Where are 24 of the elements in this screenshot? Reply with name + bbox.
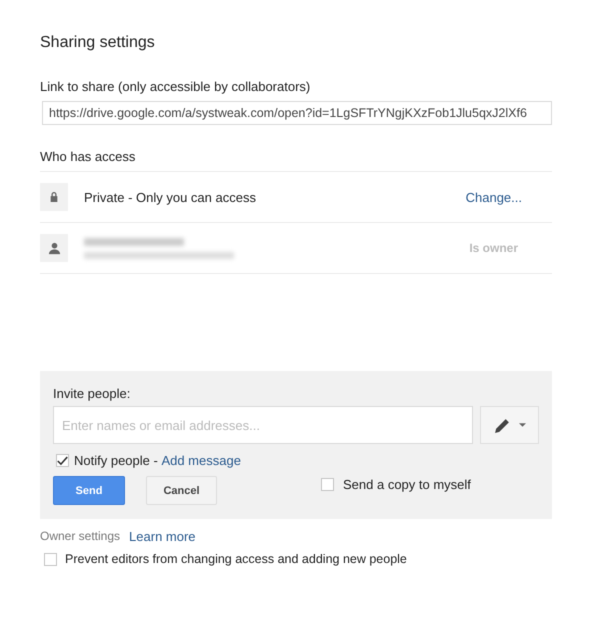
field-label: Link to share (only accessible by collaborators)	[40, 79, 312, 94]
link-field[interactable]: https://drive.google.com/a/systweak.com/open?id=1LgSFTrYNgjKXzFob1Jlu5qxJ2lXf6	[42, 101, 552, 125]
invite-label: Invite people:	[53, 386, 132, 401]
checkbox[interactable]	[56, 454, 69, 467]
learn-more-link[interactable]: Learn more	[129, 529, 196, 544]
owner-settings-label: Owner settings	[40, 529, 120, 544]
section-heading: Who has access	[40, 149, 552, 172]
checkbox-label: Notify people -	[74, 453, 159, 468]
pencil-icon	[494, 416, 510, 434]
checkbox[interactable]	[321, 478, 334, 491]
change-link[interactable]: Change...	[466, 190, 522, 204]
add-message-link[interactable]: Add message	[161, 453, 241, 468]
access-text: Private - Only you can access	[84, 190, 257, 204]
permission-dropdown[interactable]	[480, 406, 539, 444]
checkbox-label: Send a copy to myself	[343, 477, 471, 492]
owner-status: Is owner	[469, 241, 518, 255]
cancel-button[interactable]: Cancel	[146, 476, 217, 505]
invite-field[interactable]: Enter names or email addresses...	[53, 406, 473, 444]
lock-icon	[40, 183, 68, 211]
person-icon	[40, 234, 68, 262]
checkbox[interactable]	[44, 552, 57, 566]
checkbox-label: Prevent editors from changing access and adding new people	[65, 552, 407, 566]
dialog-title: Sharing settings	[40, 34, 156, 52]
caret-icon	[518, 423, 526, 427]
